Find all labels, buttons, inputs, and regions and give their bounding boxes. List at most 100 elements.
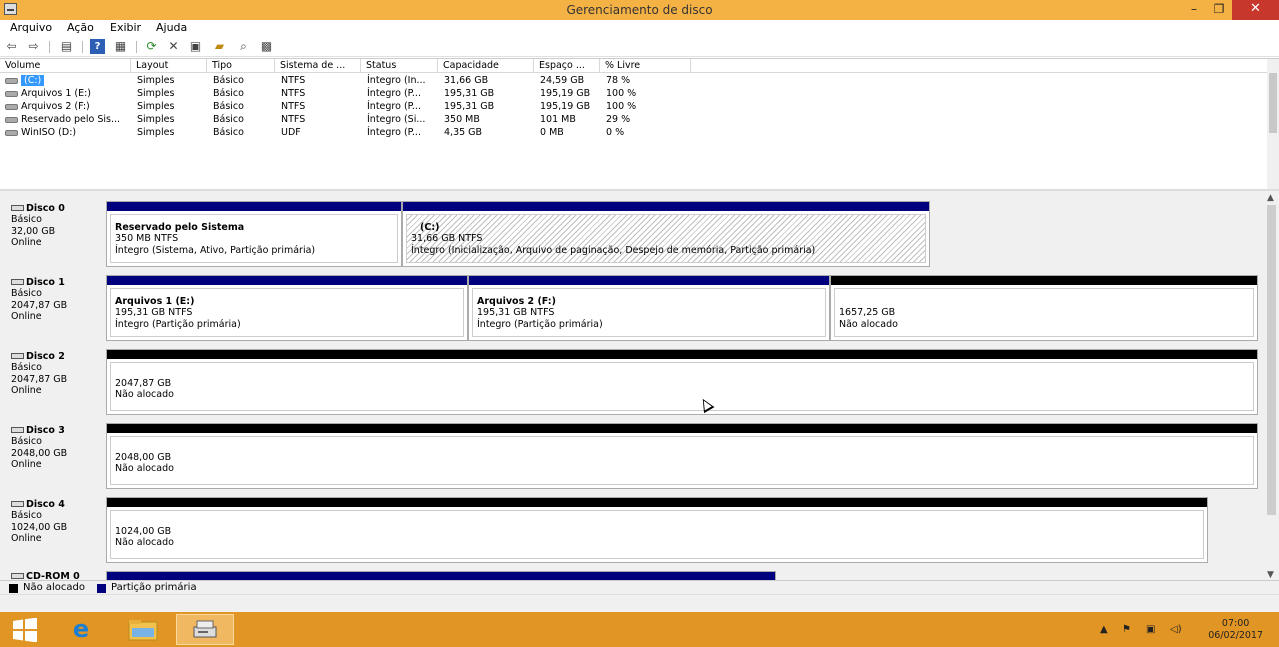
disk-info[interactable]: CD-ROM 0 xyxy=(0,567,104,580)
col-espaco[interactable]: Espaço ... xyxy=(534,59,600,73)
legend-unallocated: Não alocado xyxy=(23,582,86,593)
windows-icon xyxy=(13,617,37,643)
scroll-up-icon[interactable]: ▲ xyxy=(1267,193,1274,203)
col-volume[interactable]: Volume xyxy=(0,59,131,73)
explore-icon[interactable]: ⌕ xyxy=(236,39,251,54)
cd-icon xyxy=(11,573,24,579)
drive-icon xyxy=(5,103,18,110)
toolbar: ⇦ ⇨ ▤ ? ▦ ⟳ ✕ ▣ ▰ ⌕ ▩ xyxy=(0,37,1279,57)
menu-ajuda[interactable]: Ajuda xyxy=(156,21,187,34)
partition-bar xyxy=(107,572,775,580)
view-icon[interactable]: ▦ xyxy=(113,39,128,54)
disk-info[interactable]: Disco 0 Básico 32,00 GB Online xyxy=(0,197,104,269)
disk-status: Online xyxy=(11,384,42,396)
col-livre[interactable]: % Livre xyxy=(600,59,691,73)
scroll-down-icon[interactable]: ▼ xyxy=(1267,570,1274,580)
scrollbar-thumb[interactable] xyxy=(1269,73,1277,133)
forward-icon[interactable]: ⇨ xyxy=(26,39,41,54)
partition-cdrom[interactable] xyxy=(106,571,776,580)
disk-status: Online xyxy=(11,310,42,322)
legend: Não alocado Partição primária xyxy=(0,580,1279,594)
volume-row[interactable]: Reservado pelo Sis... Simples Básico NTF… xyxy=(0,113,700,126)
disk-type: Básico xyxy=(11,436,42,448)
volume-row[interactable]: Arquivos 2 (F:) Simples Básico NTFS Ínte… xyxy=(0,100,700,113)
drive-icon xyxy=(5,77,18,84)
restore-button[interactable]: ❐ xyxy=(1205,0,1233,20)
partition-bar xyxy=(107,202,401,211)
legend-swatch-unallocated xyxy=(9,584,18,593)
volume-free: 0 MB xyxy=(540,127,564,138)
taskbar-ie[interactable]: e xyxy=(52,614,110,645)
disk-info[interactable]: Disco 3 Básico 2048,00 GB Online xyxy=(0,419,104,491)
volume-list-scrollbar[interactable] xyxy=(1267,59,1279,190)
partition-bar xyxy=(831,276,1257,285)
minimize-button[interactable]: – xyxy=(1180,0,1208,20)
close-button[interactable]: ✕ xyxy=(1232,0,1279,20)
col-capacidade[interactable]: Capacidade xyxy=(438,59,534,73)
volume-name: Arquivos 2 (F:) xyxy=(21,101,90,112)
volume-status: Íntegro (In... xyxy=(367,75,426,86)
show-hidden-icons-icon[interactable]: ▲ xyxy=(1100,624,1108,635)
status-bar xyxy=(0,594,1279,612)
col-layout[interactable]: Layout xyxy=(131,59,207,73)
volume-fs: NTFS xyxy=(281,114,306,125)
volume-layout: Simples xyxy=(137,101,175,112)
volume-tipo: Básico xyxy=(213,114,244,125)
settings-icon[interactable]: ▩ xyxy=(259,39,274,54)
volume-tipo: Básico xyxy=(213,88,244,99)
clock-date: 06/02/2017 xyxy=(1208,630,1263,641)
partition-bar xyxy=(107,350,1257,359)
partition-unallocated[interactable]: 1657,25 GB Não alocado xyxy=(830,275,1258,341)
disk-map-scrollbar[interactable]: ▲ ▼ xyxy=(1264,191,1279,580)
volume-row[interactable]: (C:) Simples Básico NTFS Íntegro (In... … xyxy=(0,74,700,87)
partition-size: 1024,00 GB xyxy=(115,526,172,537)
partition-title: (C:) xyxy=(420,222,440,233)
menu-bar: Arquivo Ação Exibir Ajuda xyxy=(0,20,1279,37)
action-center-icon[interactable]: ⚑ xyxy=(1122,624,1131,635)
volume-fs: UDF xyxy=(281,127,301,138)
help-icon[interactable]: ? xyxy=(90,39,105,54)
network-icon[interactable]: ▣ xyxy=(1146,624,1155,635)
properties-pane-icon[interactable]: ▤ xyxy=(59,39,74,54)
taskbar-explorer[interactable] xyxy=(114,614,172,645)
partition-system-reserved[interactable]: Reservado pelo Sistema 350 MB NTFS Íntegro… xyxy=(106,201,402,267)
menu-arquivo[interactable]: Arquivo xyxy=(10,21,52,34)
clock[interactable]: 07:00 06/02/2017 xyxy=(1208,618,1263,642)
menu-exibir[interactable]: Exibir xyxy=(110,21,141,34)
disk-icon xyxy=(11,279,24,285)
toolbar-separator xyxy=(82,41,83,53)
col-sistema[interactable]: Sistema de ... xyxy=(275,59,361,73)
properties-icon[interactable]: ▣ xyxy=(188,39,203,54)
volume-row[interactable]: Arquivos 1 (E:) Simples Básico NTFS Ínte… xyxy=(0,87,700,100)
delete-icon[interactable]: ✕ xyxy=(166,39,181,54)
volume-row[interactable]: WinISO (D:) Simples Básico UDF Íntegro (… xyxy=(0,126,700,139)
refresh-icon[interactable]: ⟳ xyxy=(144,39,159,54)
disk-info[interactable]: Disco 1 Básico 2047,87 GB Online xyxy=(0,271,104,343)
taskbar-disk-management[interactable] xyxy=(176,614,234,645)
back-icon[interactable]: ⇦ xyxy=(4,39,19,54)
disk-management-icon xyxy=(193,620,217,638)
volume-capacity: 4,35 GB xyxy=(444,127,483,138)
scrollbar-thumb[interactable] xyxy=(1267,205,1276,515)
partition-unallocated[interactable]: 2047,87 GB Não alocado xyxy=(106,349,1258,415)
start-button[interactable] xyxy=(0,614,50,645)
col-status[interactable]: Status xyxy=(361,59,438,73)
partition-bar xyxy=(469,276,829,285)
partition-f[interactable]: Arquivos 2 (F:) 195,31 GB NTFS Íntegro (Pa… xyxy=(468,275,830,341)
partition-unallocated[interactable]: 1024,00 GB Não alocado xyxy=(106,497,1208,563)
open-icon[interactable]: ▰ xyxy=(212,39,227,54)
partition-c[interactable]: (C:) 31,66 GB NTFS Íntegro (Inicialização,… xyxy=(402,201,930,267)
disk-info[interactable]: Disco 4 Básico 1024,00 GB Online xyxy=(0,493,104,565)
volume-name: Reservado pelo Sis... xyxy=(21,114,121,125)
partition-size: 1657,25 GB xyxy=(839,307,896,319)
col-tipo[interactable]: Tipo xyxy=(207,59,275,73)
partition-unallocated[interactable]: 2048,00 GB Não alocado xyxy=(106,423,1258,489)
disk-info[interactable]: Disco 2 Básico 2047,87 GB Online xyxy=(0,345,104,417)
partition-e[interactable]: Arquivos 1 (E:) 195,31 GB NTFS Íntegro (Pa… xyxy=(106,275,468,341)
partition-bar xyxy=(403,202,929,211)
volume-icon[interactable]: ◁) xyxy=(1170,624,1182,635)
volume-tipo: Básico xyxy=(213,101,244,112)
partition-title: Arquivos 2 (F:) xyxy=(477,296,556,307)
taskbar: e ▲ ⚑ ▣ ◁) 07:00 06/02/2017 xyxy=(0,612,1279,647)
menu-acao[interactable]: Ação xyxy=(67,21,94,34)
